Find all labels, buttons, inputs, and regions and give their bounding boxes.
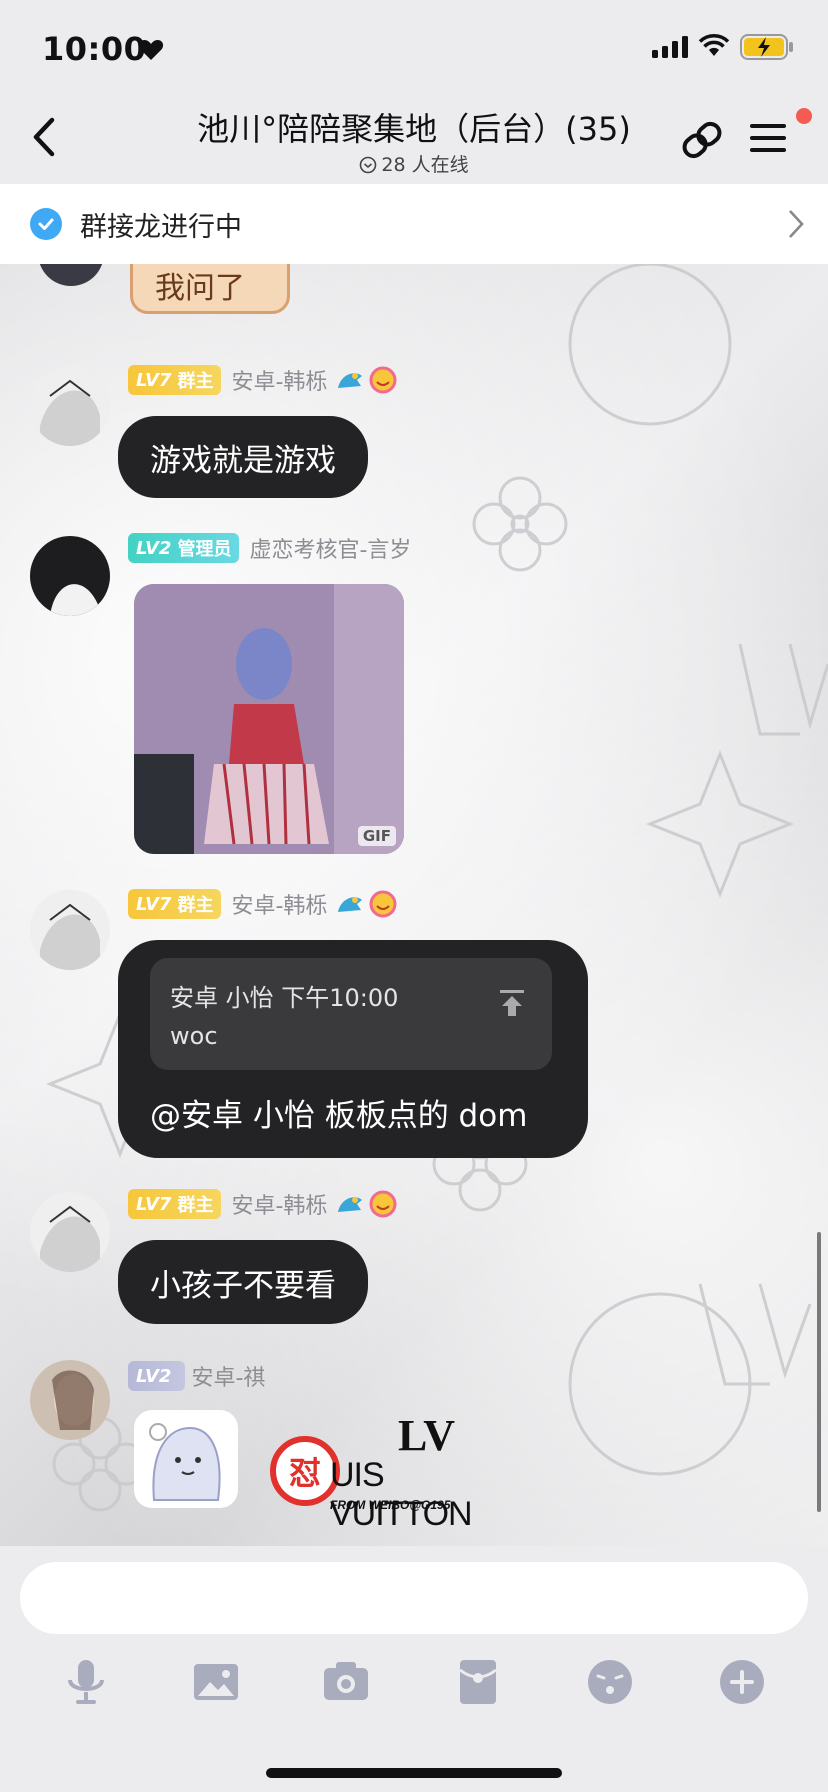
image-icon[interactable] [190, 1656, 242, 1708]
gif-badge: GIF [357, 826, 396, 846]
check-circle-icon [30, 208, 62, 240]
message-bubble[interactable]: 游戏就是游戏 [118, 416, 368, 498]
sender-name[interactable]: 安卓-祺 [191, 1360, 265, 1392]
smile-badge-icon [369, 366, 397, 394]
level-badge: LV2 管理员 [128, 533, 240, 563]
sender-meta: LV2 管理员 虚恋考核官-言岁 [128, 532, 411, 564]
quoted-message[interactable]: 安卓 小怡 下午10:00 woc [150, 958, 552, 1070]
gif-message[interactable]: GIF [134, 584, 404, 854]
level-badge: LV2 [128, 1361, 186, 1391]
microphone-icon[interactable] [60, 1656, 112, 1708]
heart-icon [138, 40, 164, 60]
online-count: 28 人在线 [120, 150, 708, 177]
avatar[interactable] [30, 1360, 110, 1440]
group-link-icon[interactable] [678, 116, 726, 164]
input-area [0, 1546, 828, 1792]
plus-icon[interactable] [716, 1656, 768, 1708]
wifi-icon [698, 34, 730, 56]
menu-icon[interactable] [748, 118, 790, 158]
role-text: 群主 [177, 895, 214, 916]
jump-to-top-icon[interactable] [498, 988, 526, 1018]
message-text: @安卓 小怡 板板点的 dom [150, 1098, 528, 1134]
sender-meta: LV7 群主 安卓-韩栎 [128, 364, 397, 396]
back-arrow-icon[interactable] [24, 114, 64, 160]
group-solitaire-banner[interactable]: 群接龙进行中 [0, 184, 828, 264]
dragon-badge-icon [338, 1197, 363, 1212]
sticker-message[interactable]: LV 怼 UIS VUITTON FROM WEIBO@G195 [134, 1410, 524, 1533]
chevron-right-icon [789, 210, 804, 238]
avatar[interactable] [30, 890, 110, 970]
banner-text: 群接龙进行中 [80, 211, 242, 243]
message-input[interactable] [20, 1562, 808, 1634]
home-indicator [266, 1768, 562, 1778]
sender-meta: LV2 安卓-祺 [128, 1360, 265, 1392]
role-text: 管理员 [177, 539, 232, 560]
level-text: LV2 [136, 537, 172, 559]
red-packet-icon[interactable] [452, 1656, 504, 1708]
chat-scroll-area[interactable]: 我问了 LV7 群主 安卓-韩栎 游戏就是游戏 LV2 管理员 虚恋考核官-言岁 G… [0, 264, 828, 1546]
dragon-badge-icon [338, 373, 363, 388]
quote-body: woc [170, 1022, 218, 1050]
group-title[interactable]: 池川°陪陪聚集地（后台）(35) [120, 104, 708, 150]
dragon-badge-icon [338, 897, 363, 912]
role-text: 群主 [177, 371, 214, 392]
level-badge: LV7 群主 [128, 889, 222, 919]
lv-monogram: LV [398, 1411, 456, 1460]
level-text: LV7 [136, 893, 172, 915]
online-count-text: 28 人在线 [381, 154, 469, 176]
gif-image [134, 584, 404, 854]
reply-message-bubble[interactable]: 安卓 小怡 下午10:00 woc @安卓 小怡 板板点的 dom [118, 940, 588, 1158]
badge-icons [335, 890, 397, 918]
lv-logo-sticker: LV 怼 UIS VUITTON FROM WEIBO@G195 [270, 1410, 524, 1533]
cell-signal-icon [652, 36, 688, 58]
sender-name[interactable]: 安卓-韩栎 [231, 1188, 327, 1220]
badge-icons [335, 1190, 397, 1218]
sticker-wo-wen-le[interactable]: 我问了 [130, 264, 290, 314]
level-badge: LV7 群主 [128, 1189, 222, 1219]
seal-character: 怼 [288, 1454, 321, 1492]
status-bar: 10:00 [0, 0, 828, 92]
level-badge: LV7 群主 [128, 365, 222, 395]
camera-icon[interactable] [320, 1656, 372, 1708]
level-text: LV7 [136, 369, 172, 391]
message-bubble[interactable]: 小孩子不要看 [118, 1240, 368, 1324]
sender-meta: LV7 群主 安卓-韩栎 [128, 888, 397, 920]
battery-charging-icon [740, 34, 793, 60]
role-text: 群主 [177, 1195, 214, 1216]
avatar[interactable] [30, 366, 110, 446]
sender-name[interactable]: 虚恋考核官-言岁 [249, 532, 411, 564]
smile-badge-icon [369, 890, 397, 918]
scrollbar[interactable] [817, 1232, 821, 1512]
notification-dot [796, 108, 812, 124]
avatar[interactable] [30, 536, 110, 616]
smile-badge-icon [369, 1190, 397, 1218]
lv-credit-text: FROM WEIBO@G195 [330, 1498, 451, 1512]
badge-icons [335, 366, 397, 394]
sticker-caption: 我问了 [155, 271, 245, 306]
sender-name[interactable]: 安卓-韩栎 [231, 364, 327, 396]
sender-meta: LV7 群主 安卓-韩栎 [128, 1188, 397, 1220]
level-text: LV2 [136, 1365, 172, 1387]
sender-name[interactable]: 安卓-韩栎 [231, 888, 327, 920]
quote-header: 安卓 小怡 下午10:00 [170, 984, 399, 1012]
shark-sticker [134, 1410, 238, 1508]
emoji-icon[interactable] [584, 1656, 636, 1708]
chat-header: 池川°陪陪聚集地（后台）(35) 28 人在线 [0, 92, 828, 184]
status-time: 10:00 [42, 30, 147, 68]
lv-brand-text: UIS VUITTON [330, 1456, 473, 1533]
avatar[interactable] [30, 1192, 110, 1272]
online-clock-icon [360, 156, 377, 174]
level-text: LV7 [136, 1193, 172, 1215]
